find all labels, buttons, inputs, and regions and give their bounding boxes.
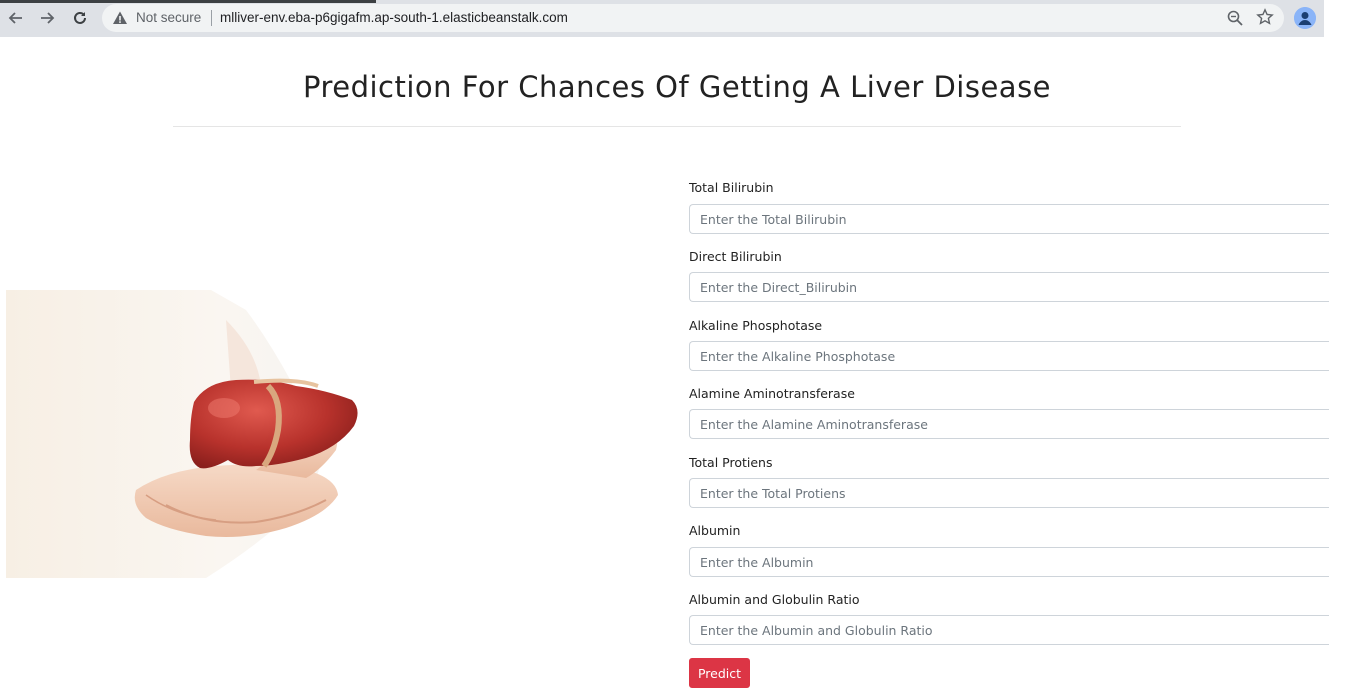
page-title: Prediction For Chances Of Getting A Live…: [302, 70, 1052, 104]
star-icon[interactable]: [1256, 8, 1274, 26]
warning-icon[interactable]: [112, 10, 128, 26]
albumin-globulin-ratio-label: Albumin and Globulin Ratio: [689, 592, 860, 607]
profile-icon[interactable]: [1294, 7, 1316, 29]
alamine-aminotransferase-label: Alamine Aminotransferase: [689, 386, 855, 401]
total-bilirubin-input[interactable]: [689, 204, 1329, 234]
total-protiens-label: Total Protiens: [689, 455, 773, 470]
direct-bilirubin-label: Direct Bilirubin: [689, 249, 782, 264]
total-protiens-input[interactable]: [689, 478, 1329, 508]
forward-arrow-icon[interactable]: [37, 8, 57, 28]
browser-toolbar: Not secure mlliver-env.eba-p6gigafm.ap-s…: [0, 0, 1324, 37]
title-divider: [173, 126, 1181, 127]
address-bar[interactable]: Not secure mlliver-env.eba-p6gigafm.ap-s…: [102, 4, 1284, 32]
direct-bilirubin-input[interactable]: [689, 272, 1329, 302]
zoom-icon[interactable]: [1226, 9, 1244, 27]
back-arrow-icon[interactable]: [6, 8, 26, 28]
predict-button[interactable]: Predict: [689, 658, 750, 688]
reload-icon[interactable]: [70, 8, 90, 28]
alkaline-phosphotase-label: Alkaline Phosphotase: [689, 318, 823, 333]
liver-illustration-image: [6, 290, 438, 578]
albumin-globulin-ratio-input[interactable]: [689, 615, 1329, 645]
albumin-input[interactable]: [689, 547, 1329, 577]
url-text[interactable]: mlliver-env.eba-p6gigafm.ap-south-1.elas…: [220, 10, 568, 25]
total-bilirubin-label: Total Bilirubin: [689, 180, 774, 195]
security-label[interactable]: Not secure: [136, 10, 201, 25]
active-tab-indicator: [0, 0, 376, 3]
albumin-label: Albumin: [689, 523, 741, 538]
alamine-aminotransferase-input[interactable]: [689, 409, 1329, 439]
omnibox-separator: [211, 10, 212, 26]
alkaline-phosphotase-input[interactable]: [689, 341, 1329, 371]
